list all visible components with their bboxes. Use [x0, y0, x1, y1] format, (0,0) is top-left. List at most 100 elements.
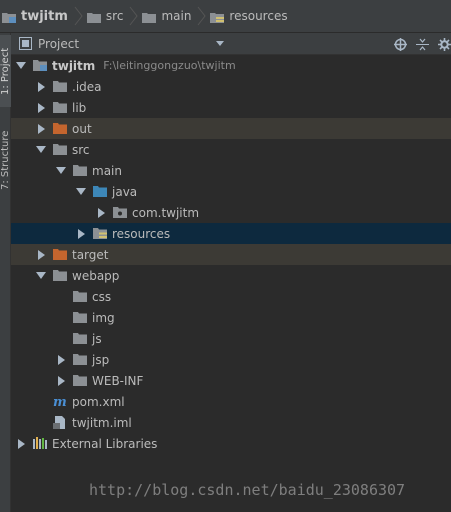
tree-row[interactable]: External Libraries — [11, 433, 451, 454]
structure-tool-tab[interactable]: 7: Structure — [0, 119, 11, 201]
breadcrumb-label: main — [161, 9, 192, 23]
collapsed-arrow-icon[interactable] — [95, 207, 107, 219]
tree-row[interactable]: out — [11, 118, 451, 139]
collapsed-arrow-icon[interactable] — [35, 102, 47, 114]
expanded-arrow-icon[interactable] — [35, 144, 47, 156]
tree-item-label: External Libraries — [52, 436, 158, 451]
tree-item-label: WEB-INF — [92, 373, 144, 388]
collapsed-arrow-icon[interactable] — [35, 81, 47, 93]
tree-item-label: webapp — [72, 268, 120, 283]
breadcrumb-label: resources — [229, 9, 288, 23]
tree-item-label: main — [92, 163, 122, 178]
collapsed-arrow-icon[interactable] — [35, 123, 47, 135]
folder-icon — [86, 11, 101, 23]
tree-item-label: twjitm — [52, 58, 96, 73]
collapsed-arrow-icon[interactable] — [55, 354, 67, 366]
folder-icon — [53, 269, 67, 282]
tree-item-label: lib — [72, 100, 87, 115]
breadcrumb-label: twjitm — [21, 8, 68, 24]
collapsed-arrow-icon[interactable] — [15, 438, 27, 450]
tree-item-label: img — [92, 310, 115, 325]
view-label: Project — [38, 36, 80, 51]
folder-icon — [73, 164, 87, 177]
navigation-bar: twjitm src main resources — [0, 0, 451, 33]
tree-row[interactable]: js — [11, 328, 451, 349]
project-view-icon — [19, 37, 32, 50]
tree-item-label: twjitm.iml — [72, 415, 132, 430]
collapse-all-icon[interactable] — [415, 37, 429, 51]
excluded-folder-icon — [53, 248, 67, 261]
project-panel-header: Project — [11, 33, 451, 55]
breadcrumb-main[interactable]: main — [142, 0, 195, 33]
folder-icon — [73, 374, 87, 387]
chevron-right-icon — [130, 6, 139, 26]
breadcrumb-label: src — [105, 9, 124, 23]
tree-item-label: target — [72, 247, 109, 262]
view-selector[interactable]: Project — [11, 37, 224, 51]
collapsed-arrow-icon[interactable] — [75, 228, 87, 240]
expanded-arrow-icon[interactable] — [15, 60, 27, 72]
tree-item-label: com.twjitm — [132, 205, 200, 220]
tree-row[interactable]: m pom.xml — [11, 391, 451, 412]
folder-icon — [73, 353, 87, 366]
gear-icon[interactable] — [437, 37, 451, 51]
module-folder-icon — [33, 59, 47, 72]
tree-row[interactable]: twjitm.iml — [11, 412, 451, 433]
library-icon — [33, 437, 47, 450]
folder-icon — [53, 101, 67, 114]
resources-folder-icon — [93, 227, 107, 240]
tree-row[interactable]: com.twjitm — [11, 202, 451, 223]
tree-row[interactable]: main — [11, 160, 451, 181]
tree-row[interactable]: resources — [11, 223, 451, 244]
folder-icon — [142, 11, 157, 23]
tree-item-label: resources — [112, 226, 171, 241]
scroll-from-source-icon[interactable] — [393, 37, 407, 51]
resources-folder-icon — [210, 11, 225, 23]
project-tree: twjitm F:\leitinggongzuo\twjitm .idea lib ou… — [11, 55, 451, 454]
tree-row[interactable]: java — [11, 181, 451, 202]
expanded-arrow-icon[interactable] — [75, 186, 87, 198]
tree-row[interactable]: WEB-INF — [11, 370, 451, 391]
package-icon — [113, 206, 127, 219]
module-path: F:\leitinggongzuo\twjitm — [103, 59, 236, 72]
tree-row[interactable]: jsp — [11, 349, 451, 370]
breadcrumb-src[interactable]: src — [86, 0, 128, 33]
tree-item-label: out — [72, 121, 92, 136]
tree-item-label: .idea — [72, 79, 102, 94]
tool-window-strip: 1: Project 7: Structure — [0, 33, 11, 512]
tree-row[interactable]: css — [11, 286, 451, 307]
chevron-right-icon — [198, 6, 207, 26]
module-file-icon — [53, 416, 67, 429]
svg-text:m: m — [53, 395, 67, 408]
collapsed-arrow-icon[interactable] — [55, 375, 67, 387]
maven-file-icon: m — [53, 395, 67, 410]
panel-toolbar — [385, 33, 451, 55]
breadcrumb-twjitm[interactable]: twjitm — [2, 0, 72, 33]
tree-item-label: pom.xml — [72, 394, 125, 409]
breadcrumb-resources[interactable]: resources — [210, 0, 291, 33]
tree-item-label: src — [72, 142, 90, 157]
tree-item-label: css — [92, 289, 112, 304]
collapsed-arrow-icon[interactable] — [35, 249, 47, 261]
chevron-right-icon — [74, 6, 83, 26]
tree-item-label: js — [92, 331, 102, 346]
tree-row[interactable]: target — [11, 244, 451, 265]
tree-row[interactable]: src — [11, 139, 451, 160]
module-folder-icon — [2, 11, 16, 23]
tree-row[interactable]: webapp — [11, 265, 451, 286]
tree-item-label: java — [112, 184, 138, 199]
tree-row[interactable]: .idea — [11, 76, 451, 97]
tree-row[interactable]: lib — [11, 97, 451, 118]
tree-row[interactable]: img — [11, 307, 451, 328]
tree-row[interactable]: twjitm F:\leitinggongzuo\twjitm — [11, 55, 451, 76]
project-tool-tab[interactable]: 1: Project — [0, 35, 11, 107]
folder-icon — [73, 332, 87, 345]
expanded-arrow-icon[interactable] — [35, 270, 47, 282]
excluded-folder-icon — [53, 122, 67, 135]
folder-icon — [73, 290, 87, 303]
folder-icon — [73, 311, 87, 324]
expanded-arrow-icon[interactable] — [55, 165, 67, 177]
tree-item-label: jsp — [92, 352, 110, 367]
watermark: http://blog.csdn.net/baidu_23086307 — [89, 481, 406, 499]
folder-icon — [53, 143, 67, 156]
